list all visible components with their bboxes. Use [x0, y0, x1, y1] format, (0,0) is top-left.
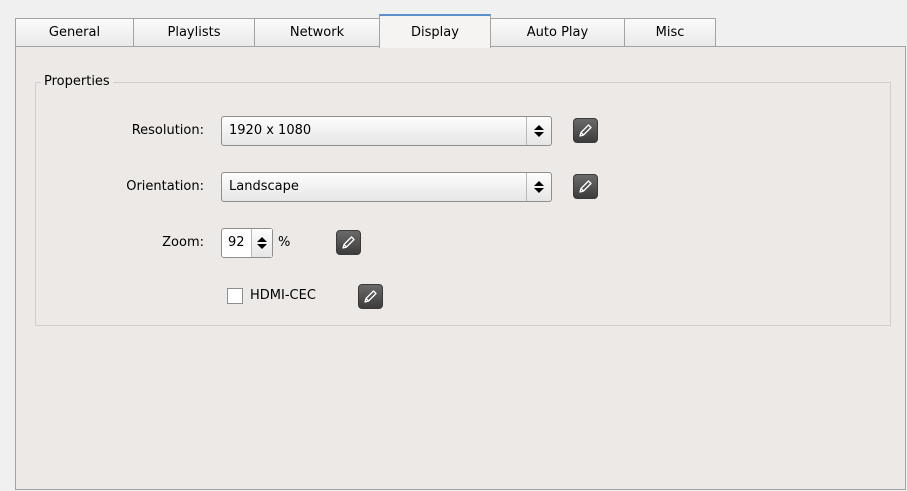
orientation-edit-button[interactable] [573, 174, 598, 199]
hdmi-cec-edit-button[interactable] [358, 284, 383, 309]
tab-display[interactable]: Display [379, 14, 491, 48]
tab-bar: General Playlists Network Display Auto P… [15, 14, 735, 48]
resolution-edit-button[interactable] [573, 118, 598, 143]
tab-general[interactable]: General [15, 18, 134, 47]
tab-network[interactable]: Network [254, 18, 380, 47]
pencil-icon [342, 236, 355, 249]
pencil-icon [579, 124, 592, 137]
resolution-value: 1920 x 1080 [229, 123, 312, 138]
up-down-arrows-icon [526, 173, 551, 201]
resolution-select[interactable]: 1920 x 1080 [221, 116, 552, 146]
tab-playlists[interactable]: Playlists [133, 18, 255, 47]
pencil-icon [579, 180, 592, 193]
zoom-value: 92 [228, 235, 245, 250]
zoom-label: Zoom: [162, 235, 204, 250]
tab-auto-play[interactable]: Auto Play [490, 18, 625, 47]
zoom-stepper[interactable] [251, 229, 272, 257]
zoom-spinbox[interactable]: 92 [221, 228, 273, 258]
hdmi-cec-label[interactable]: HDMI-CEC [250, 286, 316, 306]
pencil-icon [364, 290, 377, 303]
properties-group-title: Properties [41, 75, 113, 89]
hdmi-cec-checkbox[interactable] [227, 288, 243, 304]
orientation-select[interactable]: Landscape [221, 172, 552, 202]
zoom-edit-button[interactable] [336, 230, 361, 255]
resolution-label: Resolution: [131, 123, 204, 138]
up-down-arrows-icon [526, 117, 551, 145]
display-panel: Properties Resolution: 1920 x 1080 Orien… [15, 46, 906, 490]
tab-misc[interactable]: Misc [624, 18, 716, 47]
orientation-value: Landscape [229, 179, 299, 194]
orientation-label: Orientation: [126, 179, 204, 194]
zoom-unit: % [278, 235, 291, 250]
